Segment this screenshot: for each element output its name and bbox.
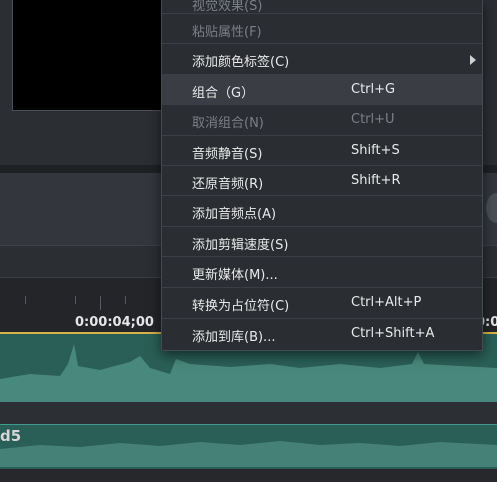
menu-item-restore-audio[interactable]: 还原音频(R) Shift+R — [162, 165, 482, 195]
menu-item-add-audio-point[interactable]: 添加音频点(A) — [162, 195, 482, 225]
ruler-tick — [100, 296, 101, 310]
track-gap — [0, 402, 497, 424]
timecode-label: 0:00:04;00 — [75, 315, 154, 330]
menu-item-add-clip-speed[interactable]: 添加剪辑速度(S) — [162, 226, 482, 256]
waveform — [0, 441, 497, 467]
menu-item-label: 转换为占位符(C) — [192, 299, 290, 314]
menu-item-group[interactable]: 组合（G） Ctrl+G — [162, 74, 482, 104]
menu-item-shortcut: Ctrl+Alt+P — [351, 295, 422, 310]
preview-canvas[interactable] — [12, 0, 164, 111]
submenu-arrow-icon — [470, 55, 476, 65]
menu-item-label: 添加到库(B)... — [192, 330, 276, 345]
menu-item-label: 还原音频(R) — [192, 177, 264, 192]
menu-item-add-color-tag[interactable]: 添加颜色标签(C) — [162, 43, 482, 73]
menu-item-shortcut: Ctrl+U — [351, 112, 395, 127]
context-menu: 视觉效果(S) 粘贴属性(F) 添加颜色标签(C) 组合（G） Ctrl+G 取… — [161, 0, 483, 351]
menu-item-label: 粘贴属性(F) — [192, 25, 262, 40]
ruler-tick — [125, 296, 126, 304]
ruler-tick — [75, 296, 76, 304]
menu-item-add-to-library[interactable]: 添加到库(B)... Ctrl+Shift+A — [162, 318, 482, 348]
menu-item-label: 添加音频点(A) — [192, 207, 277, 222]
menu-item-paste-attributes[interactable]: 粘贴属性(F) — [162, 13, 482, 43]
menu-item-label: 组合（G） — [192, 86, 255, 101]
menu-item-shortcut: Shift+S — [351, 143, 400, 158]
ruler-tick — [25, 296, 26, 304]
menu-item-shortcut: Shift+R — [351, 173, 401, 188]
menu-item-label: 取消组合(N) — [192, 116, 264, 131]
menu-item-update-media[interactable]: 更新媒体(M)... — [162, 256, 482, 286]
track-bottom — [0, 469, 497, 482]
menu-item-shortcut: Ctrl+G — [351, 82, 396, 97]
menu-item-label: 音频静音(S) — [192, 147, 263, 162]
clip-name-label: d5 — [0, 427, 22, 445]
menu-item-label: 添加剪辑速度(S) — [192, 238, 289, 253]
menu-item-label: 视觉效果(S) — [192, 0, 263, 14]
audio-track-clip-2[interactable] — [0, 424, 497, 472]
menu-item-label: 添加颜色标签(C) — [192, 55, 290, 70]
menu-item-mute-audio[interactable]: 音频静音(S) Shift+S — [162, 135, 482, 165]
menu-item-label: 更新媒体(M)... — [192, 268, 278, 283]
menu-item-shortcut: Ctrl+Shift+A — [351, 326, 435, 341]
menu-item-convert-placeholder[interactable]: 转换为占位符(C) Ctrl+Alt+P — [162, 287, 482, 317]
menu-item-ungroup[interactable]: 取消组合(N) Ctrl+U — [162, 104, 482, 134]
